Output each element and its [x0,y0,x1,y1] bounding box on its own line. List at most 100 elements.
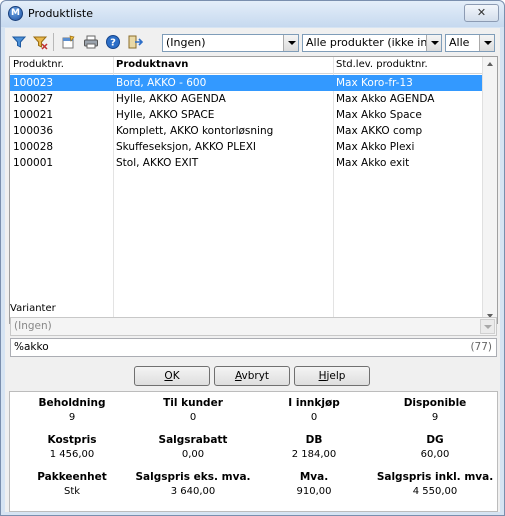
chevron-down-icon[interactable] [479,35,494,51]
table-row[interactable]: 100027 Hylle, AKKO AGENDA Max Akko AGEND… [10,91,483,107]
cell-std-lev-produktnr: Max Akko AGENDA [336,93,435,105]
table-row[interactable]: 100021 Hylle, AKKO SPACE Max Akko Space [10,107,483,123]
chevron-down-icon[interactable] [480,319,495,334]
filter-clear-icon[interactable] [31,33,49,51]
search-input-value: %akko [14,341,49,353]
toolbar-separator [53,33,54,51]
mva-label: Mva. [299,471,329,483]
print-icon[interactable] [82,33,100,51]
cancel-button-mnemonic: A [234,370,242,382]
product-status-combo[interactable]: Alle produkter (ikke inakt [302,34,442,52]
app-icon: M [8,6,23,21]
db-value: 2 184,00 [291,449,337,460]
filter-icon[interactable] [10,33,28,51]
beholdning-label: Beholdning [38,397,106,409]
cell-produktnr: 100021 [13,109,54,121]
cell-produktnr: 100023 [13,77,54,89]
dg-label: DG [426,434,444,446]
kostpris-label: Kostpris [47,434,97,446]
vertical-scrollbar[interactable] [482,57,497,323]
variant-combo-value: (Ingen) [14,320,52,332]
result-count: (77) [470,341,492,353]
dg-value: 60,00 [420,449,450,460]
variant-combo[interactable]: (Ingen) [10,317,497,336]
table-row[interactable]: 100023 Bord, AKKO - 600 Max Koro-fr-13 [10,75,483,91]
cell-produktnavn: Hylle, AKKO SPACE [116,109,215,121]
column-header-produktnr[interactable]: Produktnr. [13,59,64,70]
db-label: DB [305,434,323,446]
kostpris-value: 1 456,00 [49,449,95,460]
product-info-panel: Beholdning 9 Til kunder 0 I innkjøp 0 Di… [9,391,498,512]
i-innkjop-value: 0 [310,412,318,423]
cell-std-lev-produktnr: Max Akko exit [336,157,410,169]
column-header-produktnavn[interactable]: Produktnavn [116,59,188,70]
til-kunder-label: Til kunder [163,397,223,409]
list-header: Produktnr. Produktnavn Std.lev. produktn… [10,57,483,74]
pakkeenhet-field: Pakkeenhet Stk [11,470,133,499]
i-innkjop-field: I innkjøp 0 [253,396,375,425]
salgspris-eks-mva-value: 3 640,00 [170,486,216,497]
close-button[interactable]: ✕ [464,4,499,22]
varianter-label: Varianter [10,303,56,314]
cell-produktnavn: Hylle, AKKO AGENDA [116,93,226,105]
mva-field: Mva. 910,00 [253,470,375,499]
disponible-value: 9 [431,412,439,423]
scope-combo[interactable]: Alle [445,34,495,52]
filter-combo-value: (Ingen) [166,36,206,49]
column-header-std-lev-produktnr[interactable]: Std.lev. produktnr. [336,59,428,70]
filter-combo[interactable]: (Ingen) [162,34,299,52]
edit-product-icon[interactable] [60,33,78,51]
help-button-label: jelp [326,370,346,382]
til-kunder-value: 0 [189,412,197,423]
table-row[interactable]: 100001 Stol, AKKO EXIT Max Akko exit [10,155,483,171]
product-status-combo-value: Alle produkter (ikke inakt [306,36,442,49]
ok-button-mnemonic: O [164,370,173,382]
cancel-button[interactable]: Avbryt [214,366,290,386]
product-list-window: M Produktliste ✕ ? (Ingen) Alle produkte… [0,0,505,516]
beholdning-value: 9 [68,412,76,423]
cell-produktnavn: Skuffeseksjon, AKKO PLEXI [116,141,257,153]
exit-icon[interactable] [126,33,144,51]
cell-produktnr: 100028 [13,141,54,153]
cell-std-lev-produktnr: Max Koro-fr-13 [336,77,413,89]
pakkeenhet-value: Stk [63,486,81,497]
cell-produktnavn: Stol, AKKO EXIT [116,157,199,169]
i-innkjop-label: I innkjøp [288,397,340,409]
help-icon[interactable]: ? [104,33,122,51]
pakkeenhet-label: Pakkeenhet [37,471,107,483]
search-input[interactable]: %akko (77) [10,338,497,357]
cell-produktnr: 100027 [13,93,54,105]
help-button[interactable]: Hjelp [294,366,370,386]
chevron-down-icon[interactable] [426,35,441,51]
scroll-up-icon[interactable] [483,57,497,72]
cell-produktnr: 100001 [13,157,54,169]
salgspris-inkl-mva-value: 4 550,00 [412,486,458,497]
table-row[interactable]: 100036 Komplett, AKKO kontorløsning Max … [10,123,483,139]
window-title: Produktliste [28,7,94,20]
toolbar: ? (Ingen) Alle produkter (ikke inakt All… [5,28,500,56]
cell-std-lev-produktnr: Max AKKO comp [336,125,423,137]
ok-button[interactable]: OK [134,366,210,386]
cell-produktnavn: Komplett, AKKO kontorløsning [116,125,274,137]
mva-value: 910,00 [296,486,332,497]
cell-produktnr: 100036 [13,125,54,137]
beholdning-field: Beholdning 9 [11,396,133,425]
dg-field: DG 60,00 [374,433,496,462]
table-row[interactable]: 100028 Skuffeseksjon, AKKO PLEXI Max Akk… [10,139,483,155]
chevron-down-icon[interactable] [283,35,298,51]
title-bar[interactable]: M Produktliste ✕ [1,1,504,27]
ok-button-label: K [172,370,180,382]
cell-std-lev-produktnr: Max Akko Space [336,109,422,121]
cell-std-lev-produktnr: Max Akko Plexi [336,141,415,153]
db-field: DB 2 184,00 [253,433,375,462]
cancel-button-label: vbryt [241,370,270,382]
scope-combo-value: Alle [449,36,470,49]
salgspris-inkl-mva-field: Salgspris inkl. mva. 4 550,00 [374,470,496,499]
product-list[interactable]: Produktnr. Produktnavn Std.lev. produktn… [9,56,498,324]
salgsrabatt-label: Salgsrabatt [158,434,228,446]
salgspris-eks-mva-label: Salgspris eks. mva. [135,471,251,483]
cell-produktnavn: Bord, AKKO - 600 [116,77,207,89]
salgsrabatt-field: Salgsrabatt 0,00 [132,433,254,462]
disponible-label: Disponible [403,397,467,409]
client-area: ? (Ingen) Alle produkter (ikke inakt All… [5,28,500,512]
